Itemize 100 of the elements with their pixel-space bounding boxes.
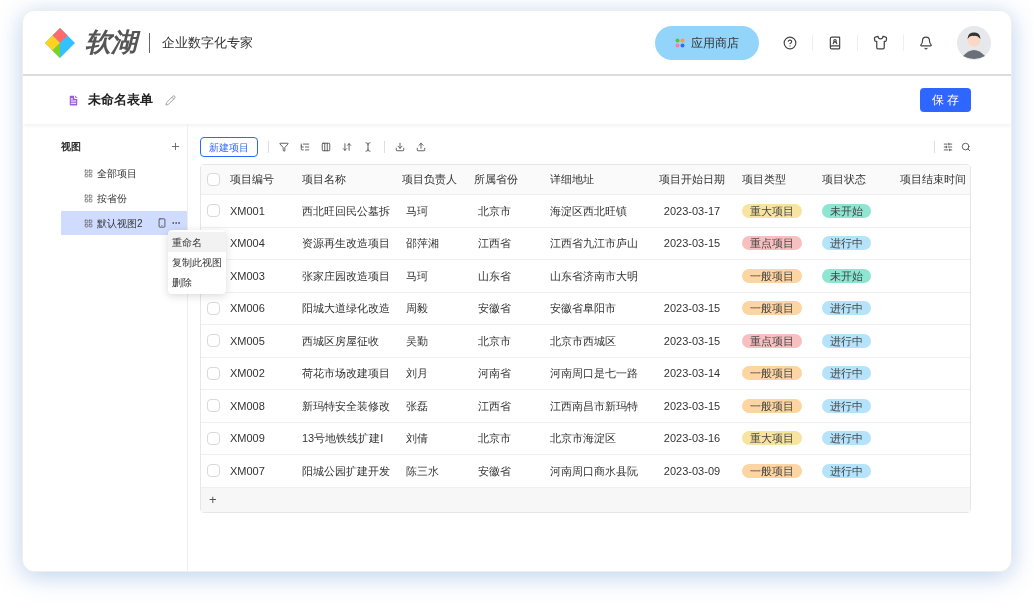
- table-cell: 山东省: [478, 269, 511, 282]
- filter-icon[interactable]: [279, 142, 289, 152]
- column-header: 项目编号: [230, 173, 274, 186]
- sidebar-title: 视图: [61, 139, 81, 154]
- form-title: 未命名表单: [88, 91, 153, 110]
- edit-icon[interactable]: [165, 94, 176, 106]
- table-cell: XM004: [230, 237, 265, 249]
- row-checkbox[interactable]: [207, 464, 220, 478]
- row-checkbox[interactable]: [207, 366, 220, 380]
- contacts-icon[interactable]: [828, 35, 842, 50]
- tag: 进行中: [822, 463, 871, 478]
- header-checkbox[interactable]: [207, 173, 220, 186]
- table-cell: XM007: [230, 464, 265, 477]
- column-header: 项目名称: [302, 173, 346, 186]
- menu-item[interactable]: 复制此视图: [168, 252, 226, 272]
- column-header: 项目负责人: [402, 173, 457, 186]
- avatar[interactable]: [957, 25, 991, 60]
- new-item-button[interactable]: 新建项目: [200, 137, 258, 157]
- tag: 一般项目: [742, 268, 802, 283]
- mobile-icon[interactable]: [157, 218, 167, 228]
- table-cell: 江西省: [478, 237, 511, 249]
- table-cell: 北京市海淀区: [550, 432, 616, 444]
- table-cell: 江西南昌市新玛特: [550, 399, 638, 412]
- shirt-icon[interactable]: [873, 35, 888, 50]
- logo-icon: [43, 25, 77, 60]
- settings-icon[interactable]: [943, 142, 953, 152]
- tag: 重大项目: [742, 431, 802, 445]
- table-cell: 张磊: [406, 399, 428, 412]
- row-checkbox[interactable]: [207, 431, 220, 445]
- tag: 进行中: [822, 366, 871, 380]
- column-header: 项目结束时间: [900, 173, 966, 186]
- tag: 未开始: [822, 268, 871, 283]
- sidebar-item[interactable]: 按省份: [61, 186, 187, 210]
- column-header: 所属省份: [474, 173, 518, 186]
- table-cell: 马珂: [406, 269, 428, 282]
- table-cell: 张家庄园改造项目: [302, 269, 390, 282]
- table-cell: 河南省: [478, 367, 511, 379]
- tag: 进行中: [822, 431, 871, 445]
- table-cell: 2023-03-15: [663, 237, 721, 249]
- row-checkbox[interactable]: [207, 334, 220, 348]
- table-cell: 刘月: [406, 367, 428, 379]
- table-cell: 北京市西城区: [550, 334, 616, 347]
- row-checkbox[interactable]: [207, 301, 220, 315]
- table-cell: 13号地铁线扩建I: [302, 432, 384, 444]
- table-cell: 2023-03-15: [663, 302, 721, 314]
- table-cell: 海淀区西北旺镇: [550, 204, 627, 217]
- tag: 重点项目: [742, 333, 802, 348]
- search-icon[interactable]: [961, 142, 971, 152]
- save-button[interactable]: 保 存: [919, 88, 971, 112]
- sort-icon[interactable]: [342, 142, 352, 152]
- add-row-button[interactable]: +: [209, 489, 217, 510]
- table-cell: 周毅: [406, 302, 428, 314]
- tag: 进行中: [822, 236, 871, 250]
- table-cell: 阳城大道绿化改造: [302, 302, 390, 314]
- app-store-button[interactable]: 应用商店: [655, 25, 759, 60]
- table-cell: 安徽省阜阳市: [550, 302, 616, 314]
- table-cell: 2023-03-15: [663, 334, 721, 347]
- table-cell: 刘倩: [406, 432, 428, 444]
- tag: 重点项目: [742, 236, 802, 250]
- help-icon[interactable]: [783, 35, 797, 50]
- tag: 进行中: [822, 398, 871, 413]
- row-checkbox[interactable]: [207, 399, 220, 413]
- table-cell: 2023-03-14: [663, 367, 721, 379]
- table-cell: 北京市: [478, 432, 511, 444]
- row-checkbox[interactable]: [207, 204, 220, 218]
- table-cell: 江西省九江市庐山: [550, 237, 638, 249]
- text-cursor-icon[interactable]: [363, 142, 373, 152]
- download-icon[interactable]: [395, 142, 405, 152]
- tag: 一般项目: [742, 366, 802, 380]
- table-cell: XM005: [230, 334, 265, 347]
- sidebar-item[interactable]: 全部项目: [61, 161, 187, 185]
- tag: 一般项目: [742, 398, 802, 413]
- add-view-icon[interactable]: [170, 140, 181, 152]
- table-cell: 2023-03-15: [663, 399, 721, 412]
- table-cell: 马珂: [406, 204, 428, 217]
- column-header: 项目状态: [822, 173, 866, 186]
- column-header: 项目开始日期: [659, 173, 725, 186]
- table-cell: XM001: [230, 204, 265, 217]
- grid-icon: [84, 218, 93, 228]
- table-cell: 阳城公园扩建开发: [302, 464, 390, 477]
- menu-item[interactable]: 重命名: [168, 232, 226, 252]
- table-cell: 山东省济南市大明: [550, 269, 638, 282]
- list-icon[interactable]: [300, 142, 310, 152]
- grid-icon: [84, 168, 93, 178]
- columns-icon[interactable]: [321, 142, 331, 152]
- table-cell: 安徽省: [478, 302, 511, 314]
- grid-icon: [84, 193, 93, 203]
- menu-item[interactable]: 删除: [168, 272, 226, 292]
- form-icon: [67, 93, 80, 107]
- view-label: 按省份: [97, 191, 127, 206]
- view-label: 默认视图2: [97, 216, 143, 231]
- table-cell: XM002: [230, 367, 265, 379]
- brand-slogan: 企业数字化专家: [162, 33, 253, 52]
- sidebar-item[interactable]: 默认视图2: [61, 211, 187, 235]
- table-cell: 2023-03-09: [663, 464, 721, 477]
- column-header: 项目类型: [742, 173, 786, 186]
- notification-icon[interactable]: [919, 35, 933, 50]
- table-cell: 安徽省: [478, 464, 511, 477]
- table-cell: XM006: [230, 302, 265, 314]
- upload-icon[interactable]: [416, 142, 426, 152]
